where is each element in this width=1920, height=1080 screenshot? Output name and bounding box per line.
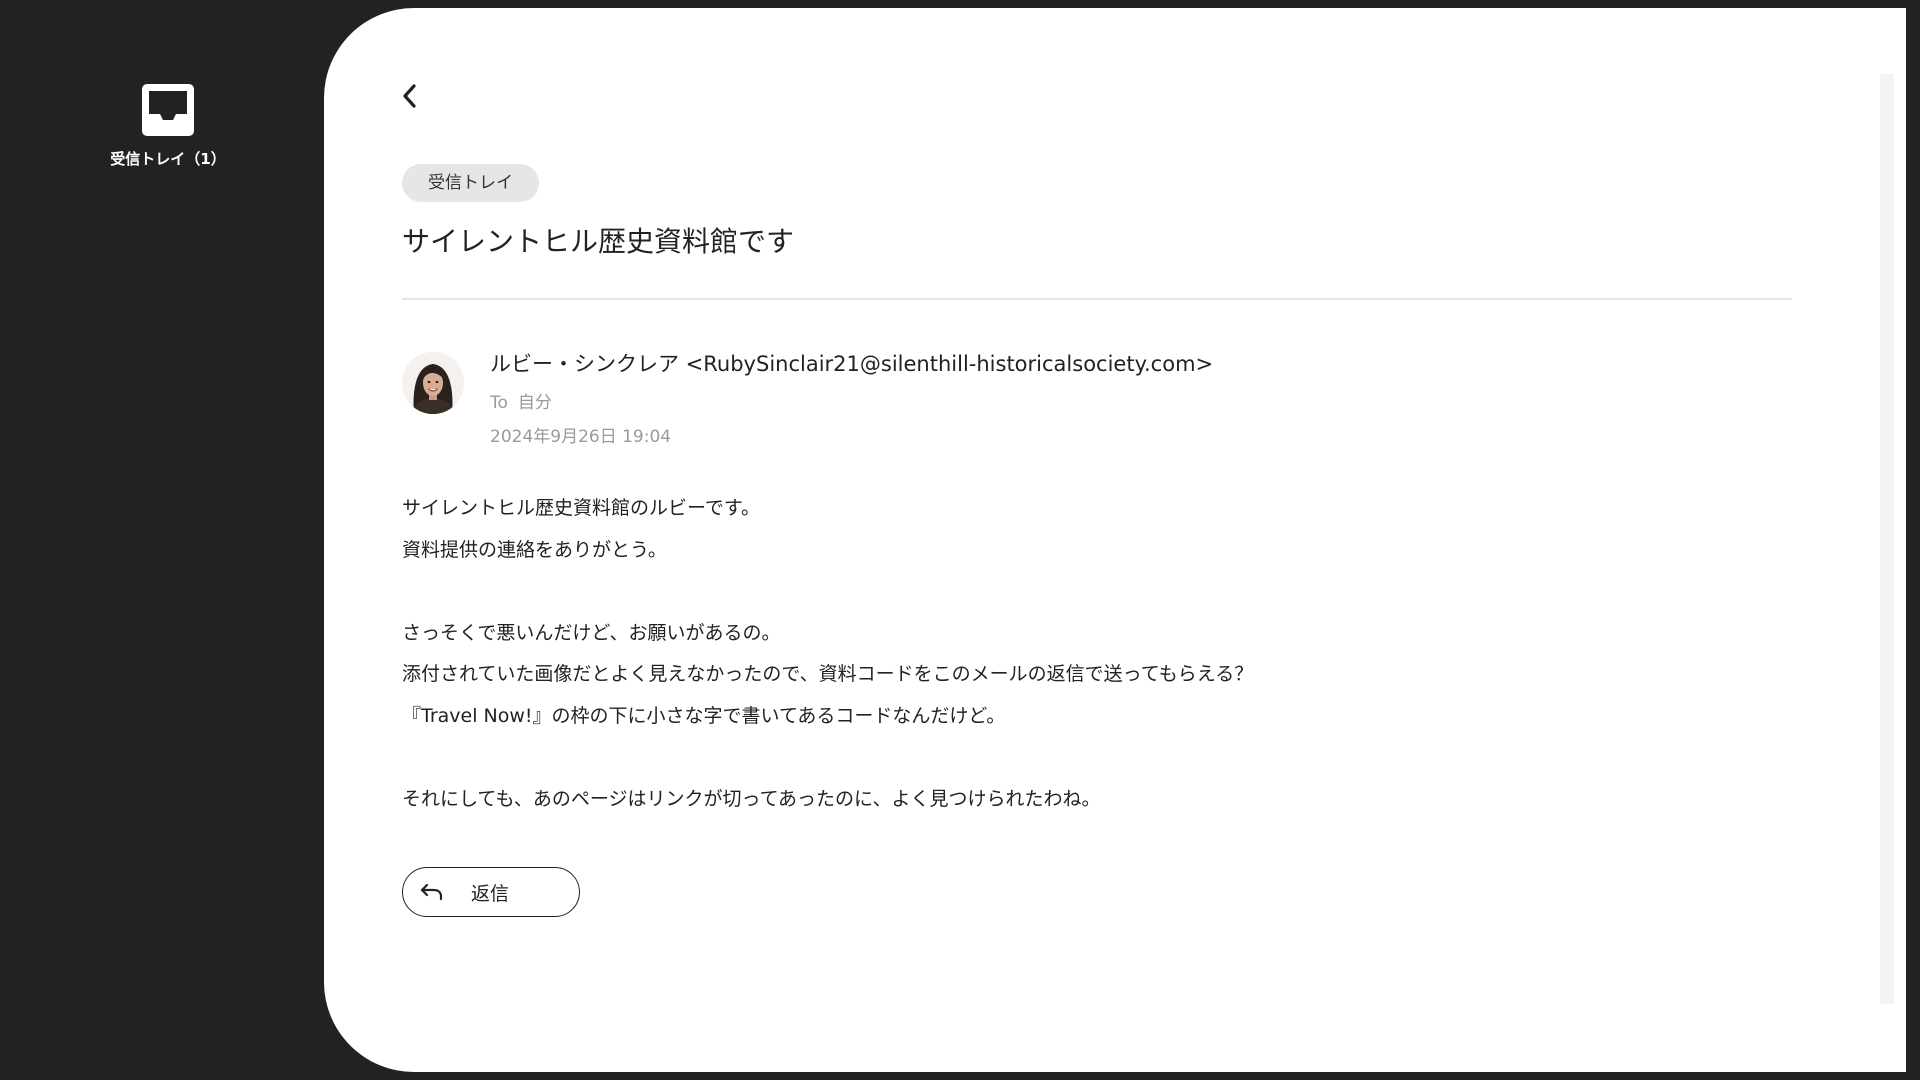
body-line bbox=[402, 737, 1782, 779]
email-date: 2024年9月26日 19:04 bbox=[490, 427, 672, 447]
body-line bbox=[402, 571, 1782, 613]
chevron-left-icon bbox=[403, 84, 416, 108]
email-subject: サイレントヒル歴史資料館です bbox=[402, 225, 795, 258]
inbox-tray-icon bbox=[142, 84, 194, 136]
sender-name-address: ルビー・シンクレア <RubySinclair21@silenthill-his… bbox=[490, 352, 1214, 376]
folder-chip[interactable]: 受信トレイ bbox=[402, 164, 539, 202]
reply-button[interactable]: 返信 bbox=[402, 867, 580, 917]
body-line: サイレントヒル歴史資料館のルビーです。 bbox=[402, 497, 760, 519]
back-button[interactable] bbox=[394, 80, 426, 112]
body-line: 添付されていた画像だとよく見えなかったので、資料コードをこのメールの返信で送って… bbox=[402, 663, 1254, 685]
header-divider bbox=[402, 298, 1792, 300]
email-body: サイレントヒル歴史資料館のルビーです。 資料提供の連絡をありがとう。 さっそくで… bbox=[402, 488, 1782, 820]
sidebar: 受信トレイ（1） bbox=[0, 0, 324, 1080]
body-line: さっそくで悪いんだけど、お願いがあるの。 bbox=[402, 621, 781, 644]
reply-label: 返信 bbox=[471, 882, 510, 905]
sidebar-item-inbox[interactable]: 受信トレイ（1） bbox=[88, 84, 248, 169]
scrollbar[interactable] bbox=[1880, 74, 1894, 1004]
body-line: 資料提供の連絡をありがとう。 bbox=[402, 538, 667, 561]
to-value: 自分 bbox=[517, 393, 552, 413]
body-line: それにしても、あのページはリンクが切ってあったのに、よく見つけられたわね。 bbox=[402, 787, 1101, 810]
sidebar-item-label: 受信トレイ（1） bbox=[110, 150, 226, 168]
email-view: 受信トレイ サイレントヒル歴史資料館です ルビー・シンクレア <RubySinc… bbox=[324, 8, 1906, 1072]
to-label: To bbox=[490, 393, 508, 413]
reply-arrow-icon bbox=[420, 883, 443, 901]
recipient-line: To 自分 bbox=[490, 388, 552, 413]
sender-avatar bbox=[402, 352, 464, 414]
body-line: 『Travel Now!』の枠の下に小さな字で書いてあるコードなんだけど。 bbox=[402, 704, 1006, 727]
mail-app: 受信トレイ（1） 受信トレイ サイレントヒル歴史資料館です ルビー・シンクレア … bbox=[0, 0, 1920, 1080]
